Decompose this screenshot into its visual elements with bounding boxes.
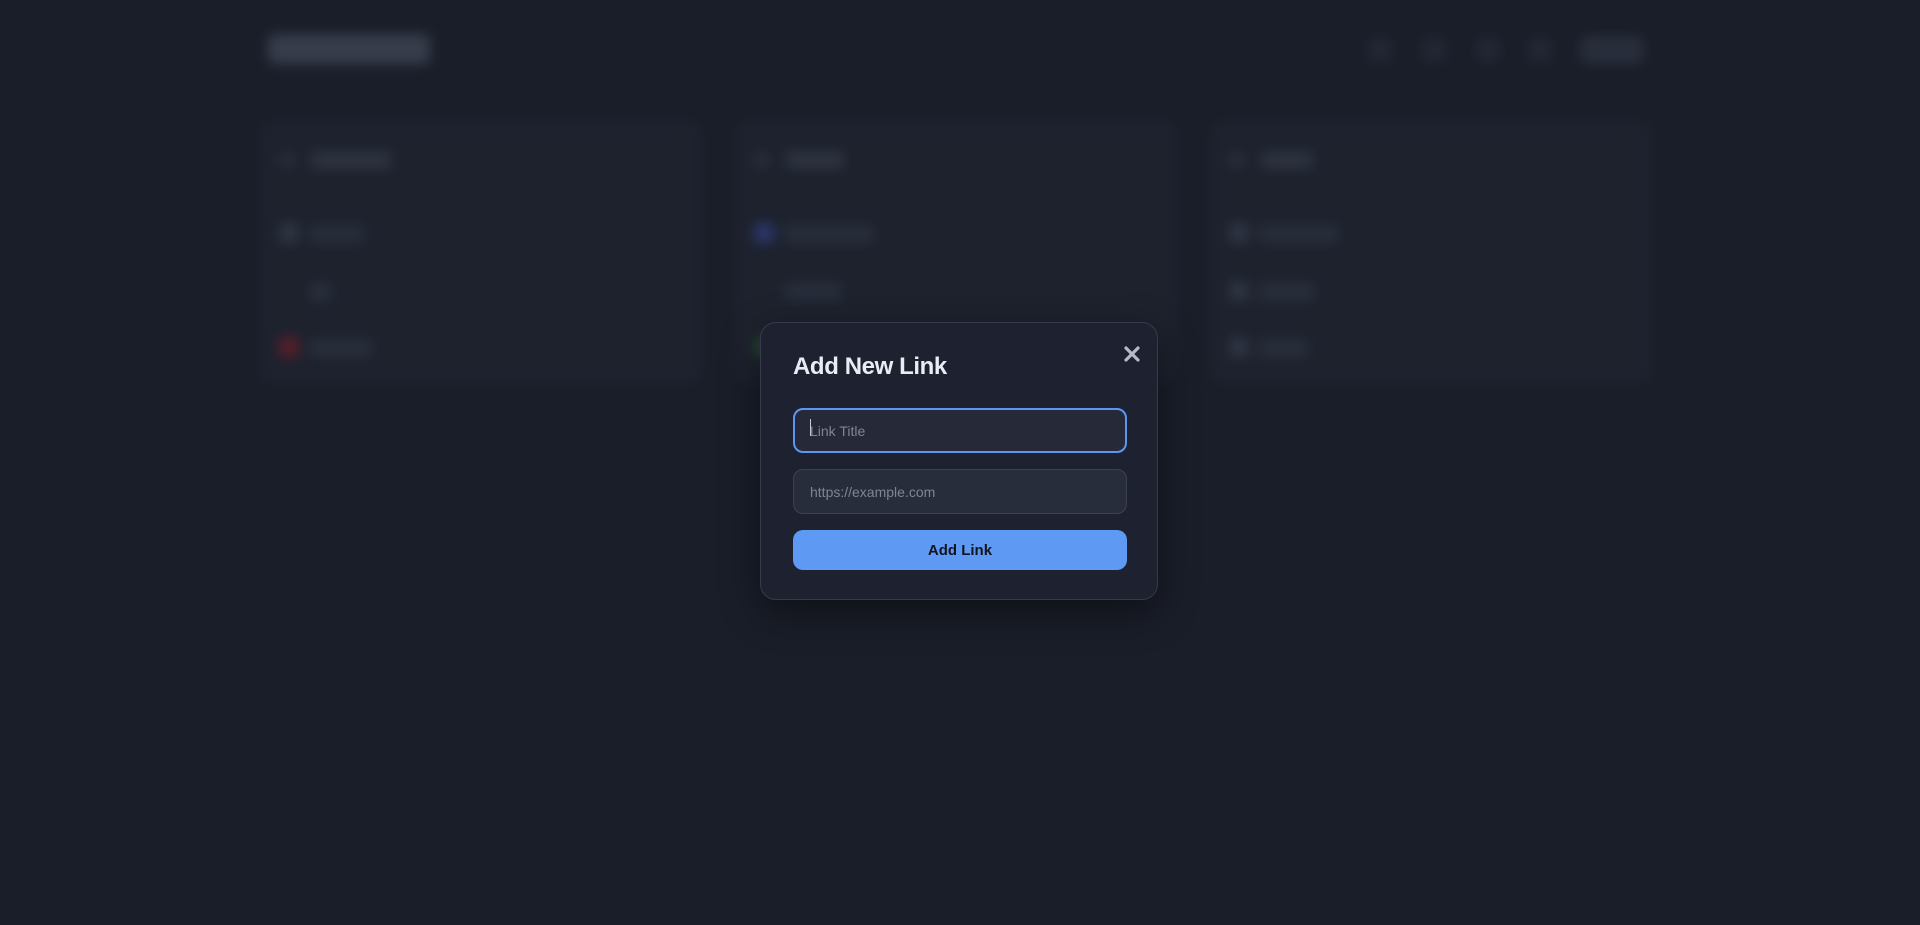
background-item-label <box>1259 225 1339 243</box>
background-logo <box>268 34 430 64</box>
background-item-icon <box>279 337 299 357</box>
background-nav-icon <box>1368 38 1392 62</box>
background-card-icon <box>1229 153 1245 167</box>
background-card <box>260 120 702 384</box>
background-card-title <box>1261 151 1313 169</box>
background-item-label <box>309 339 373 357</box>
modal-title: Add New Link <box>793 353 947 380</box>
background-nav-button <box>1580 36 1644 64</box>
background-item-label <box>309 225 365 243</box>
background-item-icon <box>279 223 299 243</box>
background-item-label <box>784 225 874 243</box>
add-link-modal: Add New Link Add Link <box>760 322 1158 600</box>
link-title-input[interactable] <box>793 408 1127 453</box>
background-item-label <box>309 283 333 301</box>
background-card-title <box>786 151 844 169</box>
link-url-input[interactable] <box>793 469 1127 514</box>
background-item-icon <box>1229 337 1249 357</box>
background-item-icon <box>754 223 774 243</box>
background-header <box>268 30 1648 72</box>
add-link-button[interactable]: Add Link <box>793 530 1127 570</box>
close-button[interactable] <box>1121 343 1143 365</box>
background-item-label <box>784 283 842 301</box>
background-card-icon <box>754 153 770 167</box>
close-icon <box>1124 346 1140 362</box>
background-nav-icon <box>1476 38 1500 62</box>
background-item-label <box>1259 283 1315 301</box>
background-card-icon <box>279 153 295 167</box>
background-nav-icon <box>1528 38 1552 62</box>
background-card-title <box>311 151 391 169</box>
background-nav-icon <box>1422 38 1446 62</box>
background-item-icon <box>1229 281 1249 301</box>
text-cursor <box>810 419 811 436</box>
background-card <box>1210 120 1652 384</box>
background-item-label <box>1259 339 1309 357</box>
background-item-icon <box>1229 223 1249 243</box>
